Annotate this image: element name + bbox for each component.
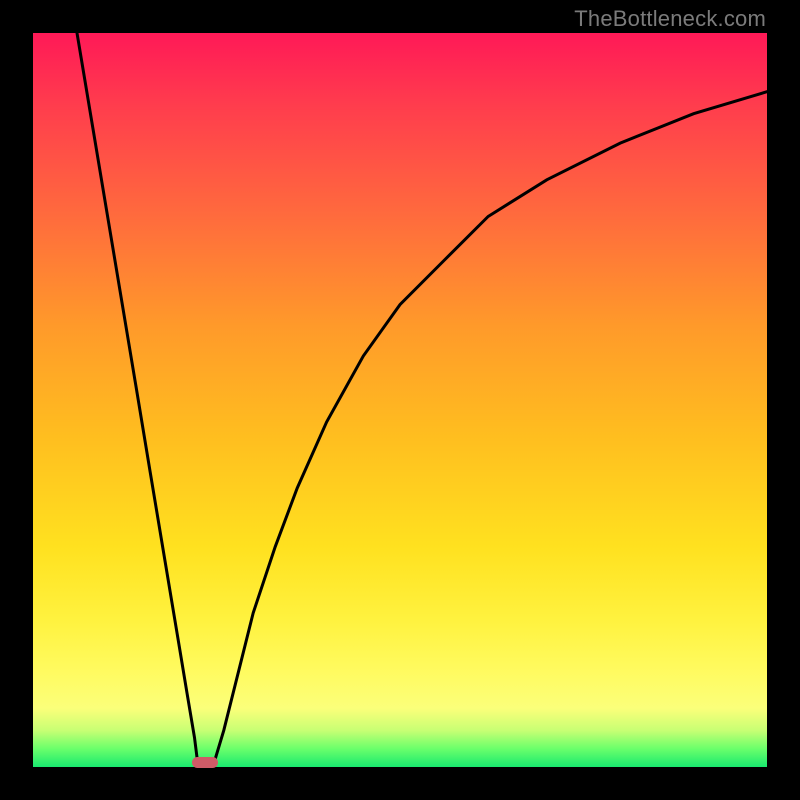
chart-frame: TheBottleneck.com (0, 0, 800, 800)
watermark-text: TheBottleneck.com (574, 6, 766, 32)
curve-path (77, 33, 767, 767)
optimum-marker (192, 757, 218, 768)
plot-area (33, 33, 767, 767)
bottleneck-curve (33, 33, 767, 767)
